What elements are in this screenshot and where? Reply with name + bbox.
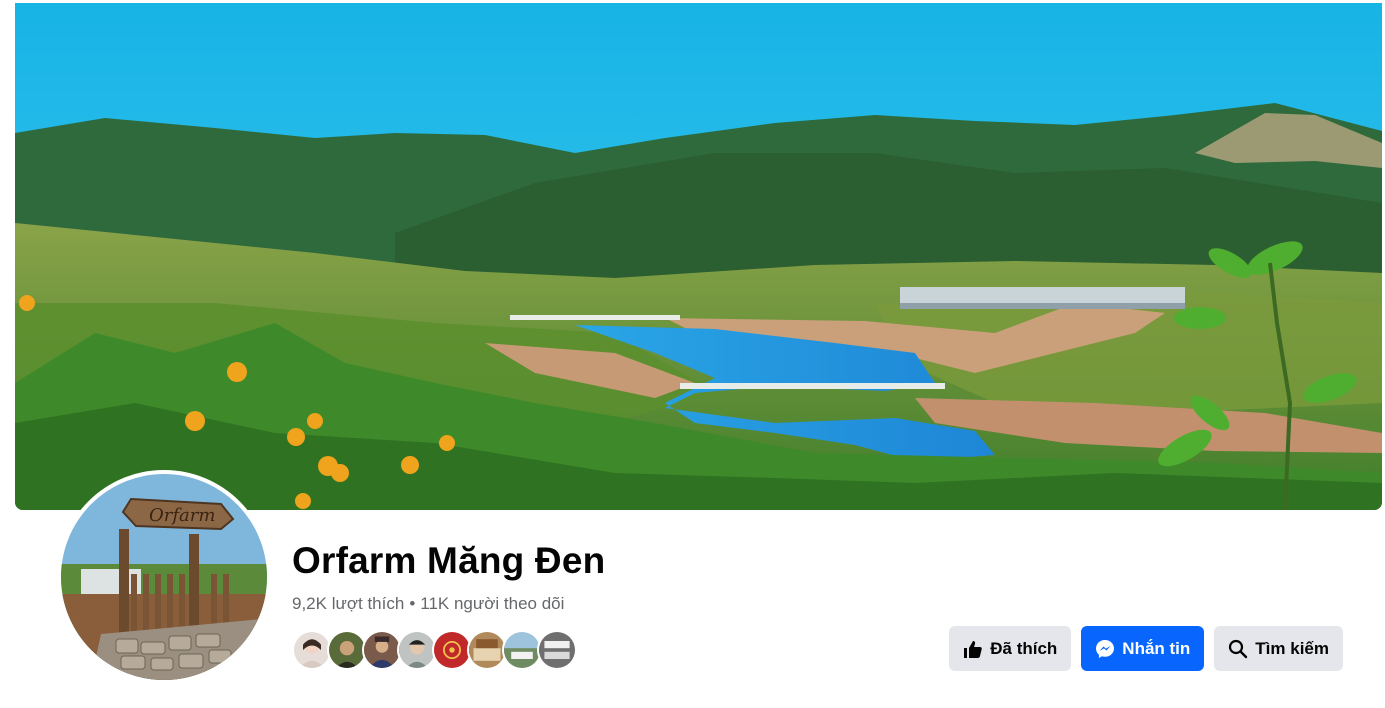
page-stats: 9,2K lượt thích • 11K người theo dõi [292, 594, 564, 614]
friends-who-like [292, 630, 577, 672]
cover-photo[interactable] [15, 3, 1382, 510]
thumbs-up-icon [963, 639, 983, 659]
search-button[interactable]: Tìm kiếm [1214, 626, 1343, 671]
friend-avatar-6[interactable] [467, 630, 507, 670]
liked-button-label: Đã thích [990, 638, 1058, 658]
friend-avatar-2[interactable] [327, 630, 367, 670]
page-title: Orfarm Măng Đen [292, 540, 606, 581]
message-button[interactable]: Nhắn tin [1081, 626, 1205, 671]
message-button-label: Nhắn tin [1122, 638, 1191, 658]
liked-button[interactable]: Đã thích [949, 626, 1072, 671]
likes-count[interactable]: 9,2K lượt thích [292, 594, 404, 613]
profile-picture-image: Orfarm [61, 474, 267, 680]
page-actions: Đã thích Nhắn tin Tìm kiếm [949, 626, 1343, 671]
search-icon [1228, 639, 1248, 659]
friend-avatar-4[interactable] [397, 630, 437, 670]
friend-avatar-3[interactable] [362, 630, 402, 670]
page-profile-picture[interactable]: Orfarm [57, 470, 271, 684]
followers-count[interactable]: 11K người theo dõi [420, 594, 564, 613]
friend-avatar-7[interactable] [502, 630, 542, 670]
search-button-label: Tìm kiếm [1255, 638, 1329, 658]
cover-landscape-image [15, 3, 1382, 510]
friend-avatar-5[interactable] [432, 630, 472, 670]
friend-avatar-8[interactable] [537, 630, 577, 670]
friend-avatar-1[interactable] [292, 630, 332, 670]
messenger-icon [1095, 639, 1115, 659]
avatar-sign-text: Orfarm [149, 505, 215, 526]
stats-separator: • [409, 594, 416, 613]
